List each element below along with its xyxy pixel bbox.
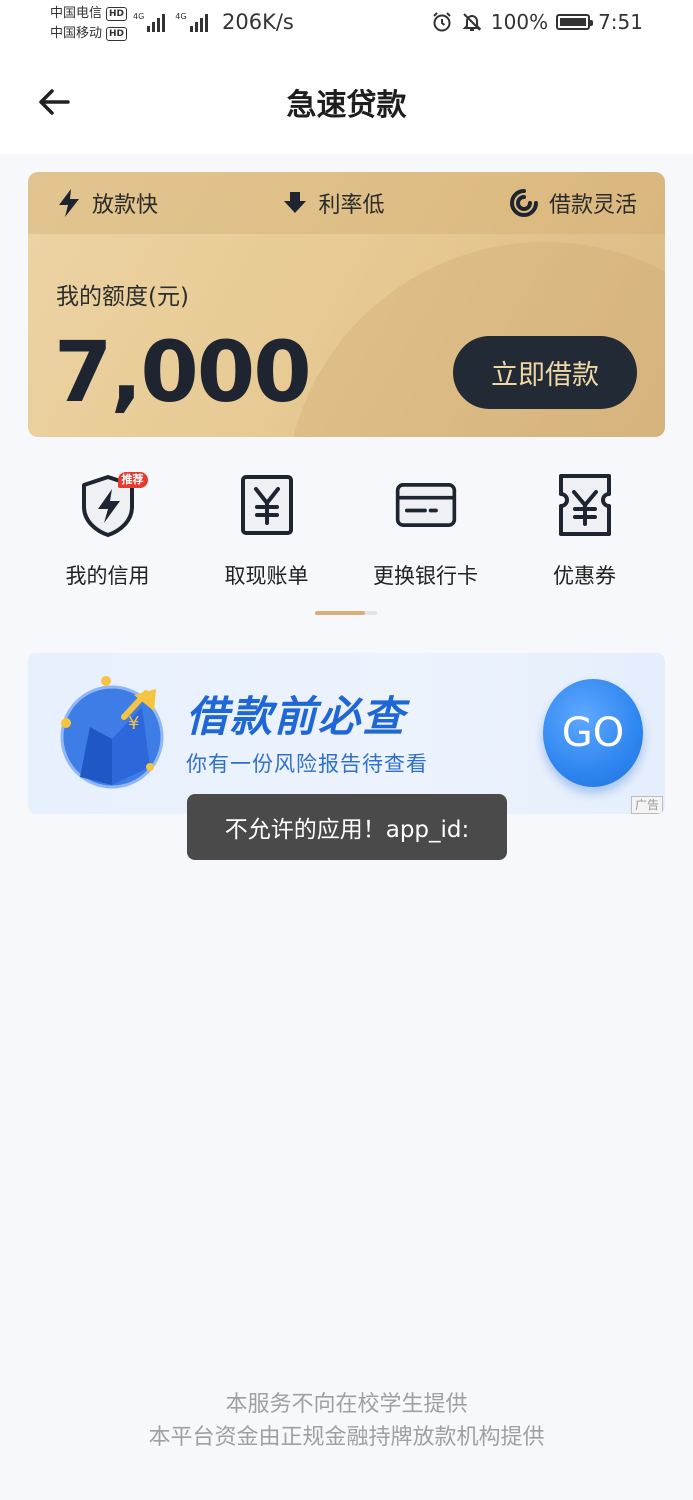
disclaimer-line: 本服务不向在校学生提供	[225, 1392, 468, 1417]
net-speed: 206K/s	[222, 10, 294, 34]
menu-item-coupon[interactable]: 优惠券	[505, 470, 664, 600]
recommend-badge: 推荐	[117, 472, 148, 488]
bell-muted-icon	[462, 13, 482, 31]
toast-message: 不允许的应用！app_id:	[187, 794, 507, 860]
menu-item-label: 优惠券	[553, 564, 616, 588]
network-type: 4G	[133, 12, 145, 21]
bank-card-icon	[394, 470, 458, 540]
page-indicator	[315, 611, 377, 615]
swirl-icon	[510, 189, 538, 217]
borrow-now-button[interactable]: 立即借款	[453, 336, 637, 409]
ad-tag: 广告	[630, 796, 663, 814]
page-indicator-active	[315, 611, 365, 615]
shield-lightning-icon: 推荐	[76, 470, 148, 540]
carrier-info: 中国电信 HD 中国移动 HD	[50, 4, 128, 44]
yuan-coupon-icon	[553, 470, 617, 540]
hd-badge: HD	[106, 7, 128, 21]
disclaimer-line: 本平台资金由正规金融持牌放款机构提供	[148, 1425, 545, 1450]
credit-card: 放款快 利率低 借款灵活 我的额度(元) 7,000 立即借款	[28, 172, 665, 437]
hd-badge: HD	[106, 27, 128, 41]
menu-item-withdraw-bill[interactable]: 取现账单	[187, 470, 346, 600]
menu-item-label: 更换银行卡	[373, 564, 478, 588]
status-bar: 中国电信 HD 中国移动 HD 4G 4G 206K/s 100% 7:51	[0, 0, 693, 50]
status-right: 100% 7:51	[431, 10, 643, 34]
menu-item-change-card[interactable]: 更换银行卡	[346, 470, 505, 600]
feature-label: 借款灵活	[548, 193, 637, 218]
feature-strip: 放款快 利率低 借款灵活	[28, 172, 665, 234]
quota-label: 我的额度(元)	[56, 284, 189, 310]
yuan-bill-icon	[235, 470, 299, 540]
svg-text:¥: ¥	[128, 713, 139, 734]
ad-banner[interactable]: ¥ 借款前必查 你有一份风险报告待查看 GO 广告	[28, 653, 665, 814]
feature-label: 利率低	[318, 193, 385, 218]
signal-icon: 4G	[133, 12, 166, 32]
lightning-icon	[59, 189, 79, 217]
ad-title: 借款前必查	[186, 692, 407, 741]
battery-percent: 100%	[490, 10, 549, 34]
feature-low-rate: 利率低	[282, 187, 385, 219]
carrier-1: 中国电信	[50, 6, 103, 21]
arrow-down-icon	[284, 192, 307, 213]
page-title: 急速贷款	[286, 88, 407, 123]
network-type: 4G	[175, 12, 187, 21]
battery-icon	[556, 14, 594, 30]
go-button[interactable]: GO	[543, 679, 643, 787]
clock: 7:51	[598, 10, 643, 34]
signal-indicators: 4G 4G	[133, 12, 208, 32]
signal-icon: 4G	[175, 12, 208, 32]
feature-label: 放款快	[92, 193, 159, 218]
app-header: 急速贷款	[0, 50, 693, 154]
footer-disclaimer: 本服务不向在校学生提供 本平台资金由正规金融持牌放款机构提供	[0, 1388, 693, 1454]
feature-flexible: 借款灵活	[509, 187, 637, 219]
quota-amount: 7,000	[54, 323, 312, 421]
quick-menu: 推荐 我的信用 取现账单 更换银行卡 优惠券	[28, 470, 665, 600]
risk-report-illustration: ¥	[60, 676, 164, 789]
menu-item-my-credit[interactable]: 推荐 我的信用	[28, 470, 187, 600]
ad-subtitle: 你有一份风险报告待查看	[186, 752, 428, 776]
carrier-2: 中国移动	[50, 26, 103, 41]
feature-fast-loan: 放款快	[56, 187, 158, 219]
alarm-icon	[433, 12, 451, 32]
menu-item-label: 我的信用	[65, 564, 150, 588]
menu-item-label: 取现账单	[224, 564, 309, 588]
